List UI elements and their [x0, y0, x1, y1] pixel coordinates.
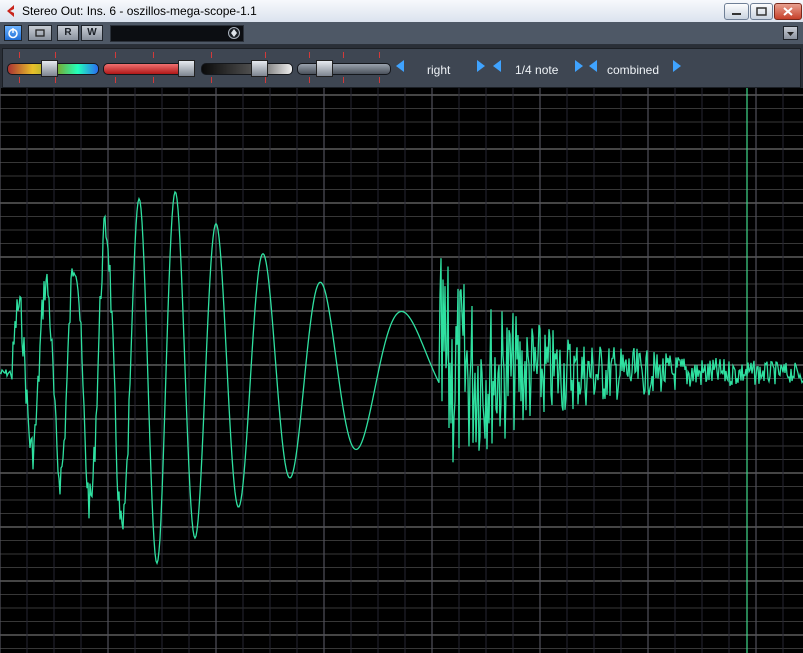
brightness-slider[interactable]	[201, 63, 293, 75]
mode-prev-icon[interactable]	[589, 60, 597, 72]
controls-bar: right 1/4 note combined	[0, 45, 803, 88]
time-division-select[interactable]: 1/4 note	[515, 63, 558, 77]
brightness-slider-handle[interactable]	[251, 60, 268, 77]
bypass-icon	[35, 29, 45, 37]
channel-select[interactable]: right	[427, 63, 450, 77]
channel-prev-icon[interactable]	[396, 60, 404, 72]
window-titlebar: Stereo Out: Ins. 6 - oszillos-mega-scope…	[0, 0, 803, 23]
minimize-button[interactable]	[724, 3, 749, 20]
app-icon	[7, 5, 14, 17]
minimize-icon	[732, 13, 741, 15]
mode-next-icon[interactable]	[673, 60, 681, 72]
mode-select[interactable]: combined	[607, 63, 659, 77]
write-automation-button[interactable]: W	[81, 25, 103, 41]
maximize-button[interactable]	[750, 3, 773, 20]
plugin-header: R W	[0, 22, 803, 45]
zoom-slider-handle[interactable]	[316, 60, 333, 77]
dropdown-button[interactable]	[783, 26, 798, 40]
dropdown-arrow-icon	[787, 32, 794, 36]
maximize-icon	[756, 7, 767, 16]
division-prev-icon[interactable]	[493, 60, 501, 72]
window-title: Stereo Out: Ins. 6 - oszillos-mega-scope…	[22, 4, 257, 18]
color-slider-handle[interactable]	[41, 60, 58, 77]
power-button[interactable]	[4, 25, 22, 41]
channel-next-icon[interactable]	[477, 60, 485, 72]
preset-field[interactable]	[110, 25, 244, 42]
control-panel: right 1/4 note combined	[2, 48, 801, 88]
read-automation-button[interactable]: R	[57, 25, 79, 41]
division-next-icon[interactable]	[575, 60, 583, 72]
close-icon	[783, 7, 793, 16]
close-button[interactable]	[774, 3, 802, 20]
bypass-button[interactable]	[28, 25, 52, 41]
intensity-slider-handle[interactable]	[178, 60, 195, 77]
oscilloscope-display	[0, 88, 803, 653]
power-icon	[8, 28, 18, 39]
settings-icon[interactable]	[227, 26, 241, 40]
zoom-slider[interactable]	[297, 63, 391, 75]
